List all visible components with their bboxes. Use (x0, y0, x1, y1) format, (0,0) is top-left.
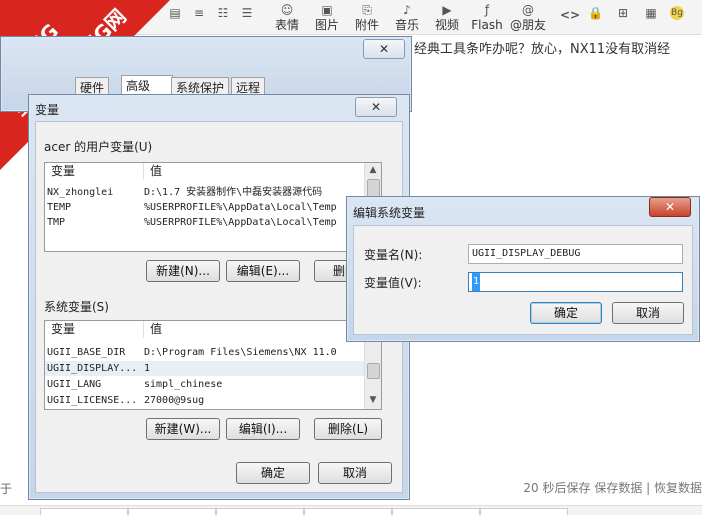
variable-value-input[interactable]: 1 (468, 272, 683, 292)
column-header-value[interactable]: 值 (144, 163, 366, 180)
table-row[interactable]: TMP %USERPROFILE%\AppData\Local\Temp (45, 215, 365, 230)
video-icon: ▶ (442, 3, 452, 17)
code-icon[interactable]: <> (560, 8, 580, 22)
ok-button[interactable]: 确定 (236, 462, 310, 484)
selected-value-text: 1 (472, 273, 481, 291)
cancel-button[interactable]: 取消 (318, 462, 392, 484)
toolbar-flash[interactable]: ƒ Flash (468, 0, 506, 34)
variable-name-input[interactable]: UGII_DISPLAY_DEBUG (468, 244, 683, 264)
system-edit-button[interactable]: 编辑(I)... (226, 418, 300, 440)
toolbar-video[interactable]: ▶ 视频 (430, 0, 464, 34)
close-icon[interactable]: ✕ (363, 39, 405, 59)
editor-left-char: 于 (0, 482, 13, 496)
system-variables-list[interactable]: 变量 值 UGII_BASE_DIR D:\Program Files\Siem… (44, 320, 382, 410)
system-delete-button[interactable]: 删除(L) (314, 418, 382, 440)
edit-system-variable-dialog: 编辑系统变量 ✕ 变量名(N): UGII_DISPLAY_DEBUG 变量值(… (346, 196, 700, 342)
table-row[interactable]: NX_zhonglei D:\1.7 安装器制作\中磊安装器源代码 (45, 185, 365, 200)
user-variables-list[interactable]: 变量 值 NX_zhonglei D:\1.7 安装器制作\中磊安装器源代码 T… (44, 162, 382, 252)
ordered-list-icon[interactable]: ☷ (216, 6, 230, 20)
cancel-button[interactable]: 取消 (612, 302, 684, 324)
user-edit-button[interactable]: 编辑(E)... (226, 260, 300, 282)
column-header-variable[interactable]: 变量 (45, 321, 144, 338)
format-icon[interactable]: ▤ (168, 6, 182, 20)
system-variables-label: 系统变量(S) (44, 300, 109, 314)
scroll-up-icon[interactable]: ▲ (365, 163, 381, 177)
image-icon: ▣ (321, 3, 333, 17)
toolbar-image[interactable]: ▣ 图片 (310, 0, 344, 34)
user-new-button[interactable]: 新建(N)... (146, 260, 220, 282)
table-row[interactable]: TEMP %USERPROFILE%\AppData\Local\Temp (45, 200, 365, 215)
editor-content-line[interactable]: 经典工具条咋办呢？放心，NX11没有取消经 (414, 38, 702, 57)
flash-icon: ƒ (484, 3, 490, 17)
user-variables-label: acer 的用户变量(U) (44, 140, 153, 154)
close-icon[interactable]: ✕ (355, 97, 397, 117)
toolbar-music[interactable]: ♪ 音乐 (390, 0, 424, 34)
column-header-variable[interactable]: 变量 (45, 163, 144, 180)
table-row[interactable]: UGII_LANG simpl_chinese (45, 377, 365, 392)
at-icon: @ (522, 3, 534, 17)
music-icon: ♪ (403, 3, 411, 17)
dialog-body: 变量名(N): UGII_DISPLAY_DEBUG 变量值(V): 1 确定 … (353, 225, 693, 335)
toolbar-emoji[interactable]: ☺ 表情 (270, 0, 304, 34)
unordered-list-icon[interactable]: ☰ (240, 6, 254, 20)
table-row-selected[interactable]: UGII_DISPLAY... 1 (45, 361, 365, 376)
ok-button[interactable]: 确定 (530, 302, 602, 324)
table-row[interactable]: UGII_BASE_DIR D:\Program Files\Siemens\N… (45, 345, 365, 360)
align-icon[interactable]: ≡ (192, 6, 206, 20)
toolbar-at-friend[interactable]: @ @朋友 (508, 0, 548, 34)
autosave-status: 20 秒后保存 保存数据 | 恢复数据 (523, 481, 702, 495)
close-icon[interactable]: ✕ (649, 197, 691, 217)
column-header-value[interactable]: 值 (144, 321, 366, 338)
scroll-thumb[interactable] (367, 363, 380, 379)
grid-icon[interactable]: ▦ (644, 6, 658, 20)
system-new-button[interactable]: 新建(W)... (146, 418, 220, 440)
toolbar-attachment[interactable]: ⎘ 附件 (350, 0, 384, 34)
dialog-title: 变量 (35, 103, 60, 117)
table-icon[interactable]: ⊞ (616, 6, 630, 20)
dialog-title: 编辑系统变量 (353, 206, 426, 220)
scroll-down-icon[interactable]: ▼ (365, 393, 381, 407)
emoji-icon: ☺ (280, 3, 294, 17)
attachment-icon: ⎘ (362, 3, 372, 17)
variable-value-label: 变量值(V): (364, 276, 422, 290)
lock-icon[interactable]: 🔒 (588, 6, 603, 20)
variable-name-label: 变量名(N): (364, 248, 423, 262)
bg-color-icon[interactable]: Bg (670, 6, 684, 20)
table-row[interactable]: UGII_LICENSE... 27000@9sug (45, 393, 365, 408)
